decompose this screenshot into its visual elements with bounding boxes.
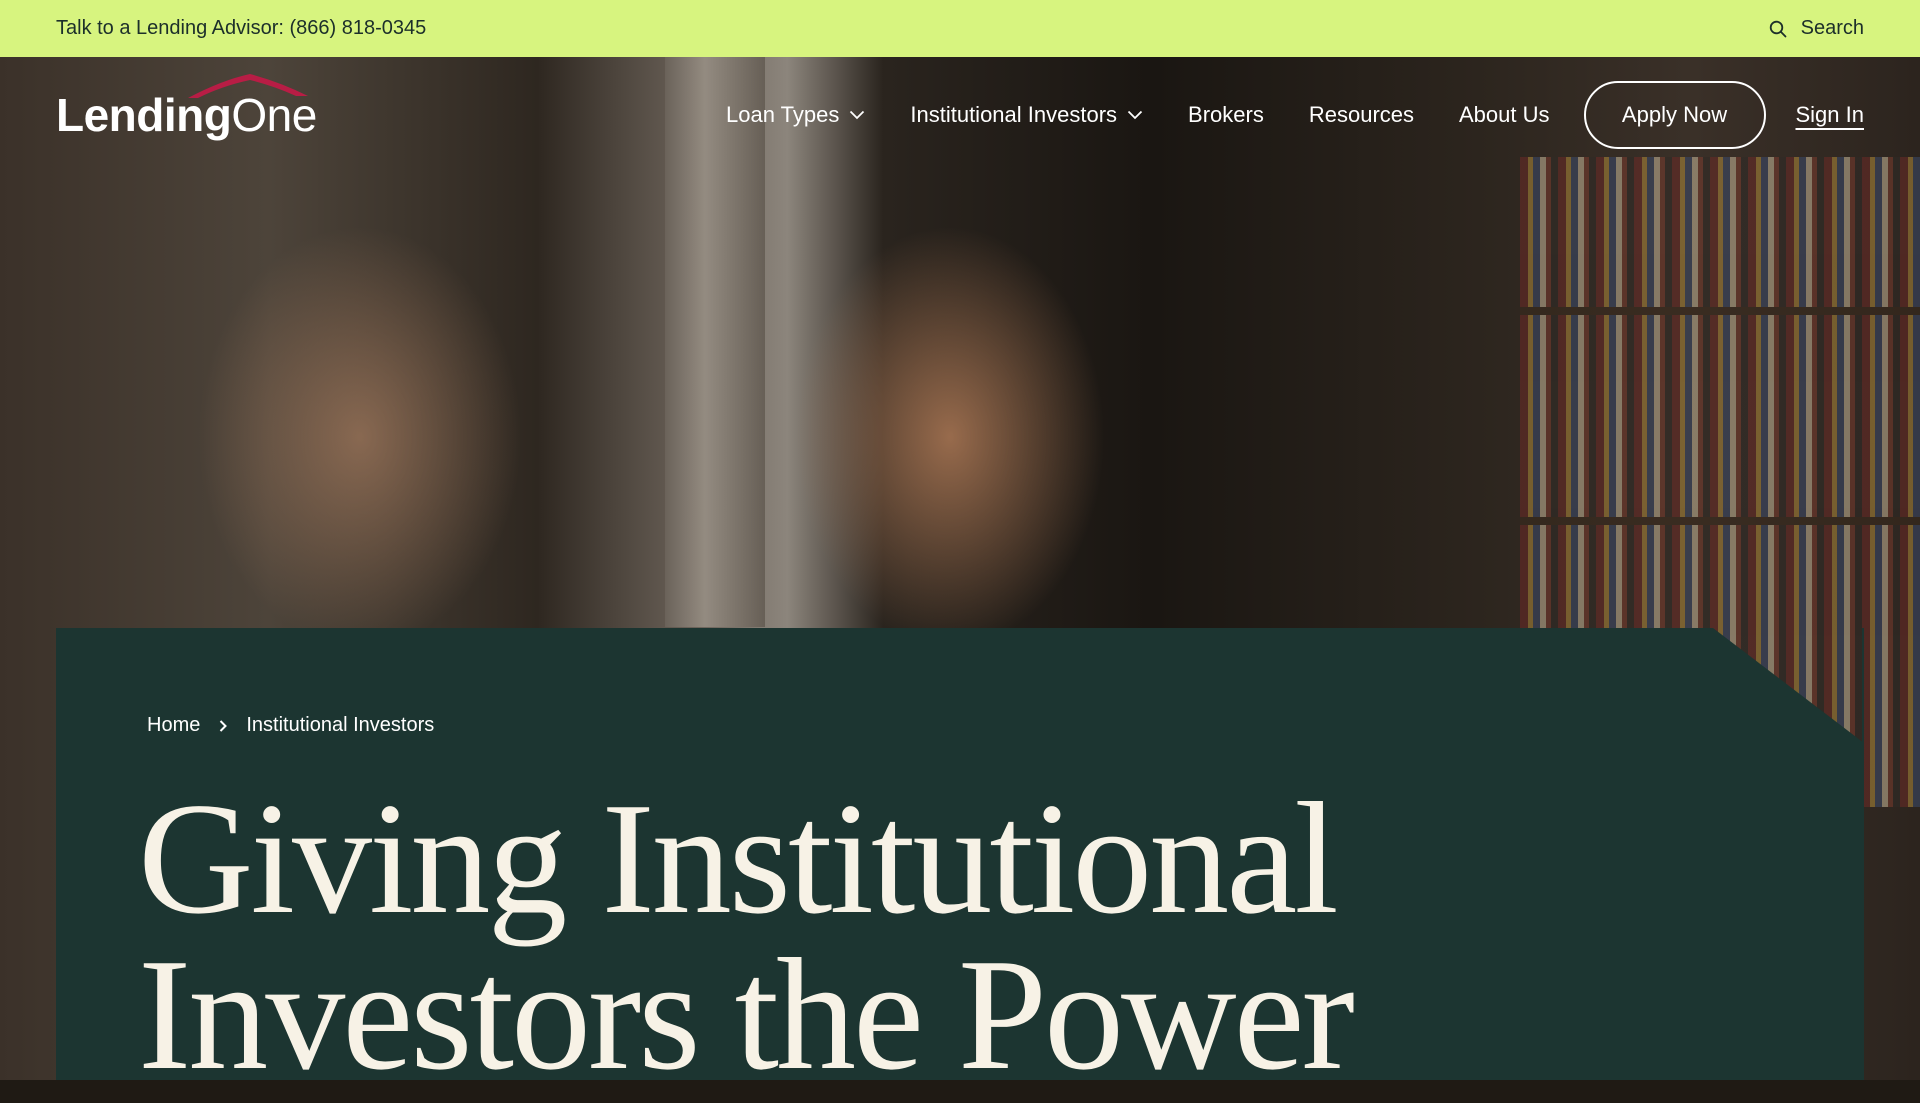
nav-item-loan-types[interactable]: Loan Types (726, 102, 865, 128)
search-button[interactable]: Search (1769, 17, 1864, 40)
chevron-down-icon (850, 110, 865, 120)
nav-item-label: Institutional Investors (910, 102, 1118, 127)
nav-item-brokers[interactable]: Brokers (1188, 102, 1264, 128)
main-header: Lending One Loan Types Institutional Inv… (0, 57, 1920, 173)
nav-item-resources[interactable]: Resources (1309, 102, 1414, 128)
nav-item-label: Resources (1308, 102, 1414, 127)
search-icon (1769, 20, 1787, 38)
page-title: Giving Institutional Investors the Power (138, 769, 1355, 1103)
nav-item-label: About Us (1459, 102, 1550, 127)
nav-item-institutional-investors[interactable]: Institutional Investors (910, 102, 1143, 128)
top-utility-bar: Talk to a Lending Advisor: (866) 818-034… (0, 0, 1920, 57)
search-label: Search (1800, 17, 1864, 39)
hero-content-panel: Home Institutional Investors Giving Inst… (56, 628, 1864, 1080)
chevron-right-icon (220, 719, 228, 732)
main-navigation: Loan Types Institutional Investors Broke… (726, 81, 1864, 149)
breadcrumb-current: Institutional Investors (246, 714, 435, 736)
advisor-phone-link[interactable]: Talk to a Lending Advisor: (866) 818-034… (56, 17, 426, 40)
lendingone-logo[interactable]: Lending One (56, 74, 317, 138)
sign-in-link[interactable]: Sign In (1796, 102, 1865, 128)
breadcrumb-home-link[interactable]: Home (147, 714, 200, 737)
nav-item-label: Loan Types (726, 102, 840, 127)
breadcrumb: Home Institutional Investors (147, 714, 434, 737)
logo-roof-icon (188, 74, 308, 98)
chevron-down-icon (1127, 110, 1143, 120)
page-title-line-2: Investors the Power (138, 925, 1355, 1103)
page-title-line-1: Giving Institutional (138, 769, 1339, 947)
apply-now-button[interactable]: Apply Now (1583, 81, 1766, 149)
nav-item-label: Brokers (1188, 102, 1264, 127)
panel-corner-edge (1862, 628, 1864, 743)
nav-item-about-us[interactable]: About Us (1459, 102, 1550, 128)
